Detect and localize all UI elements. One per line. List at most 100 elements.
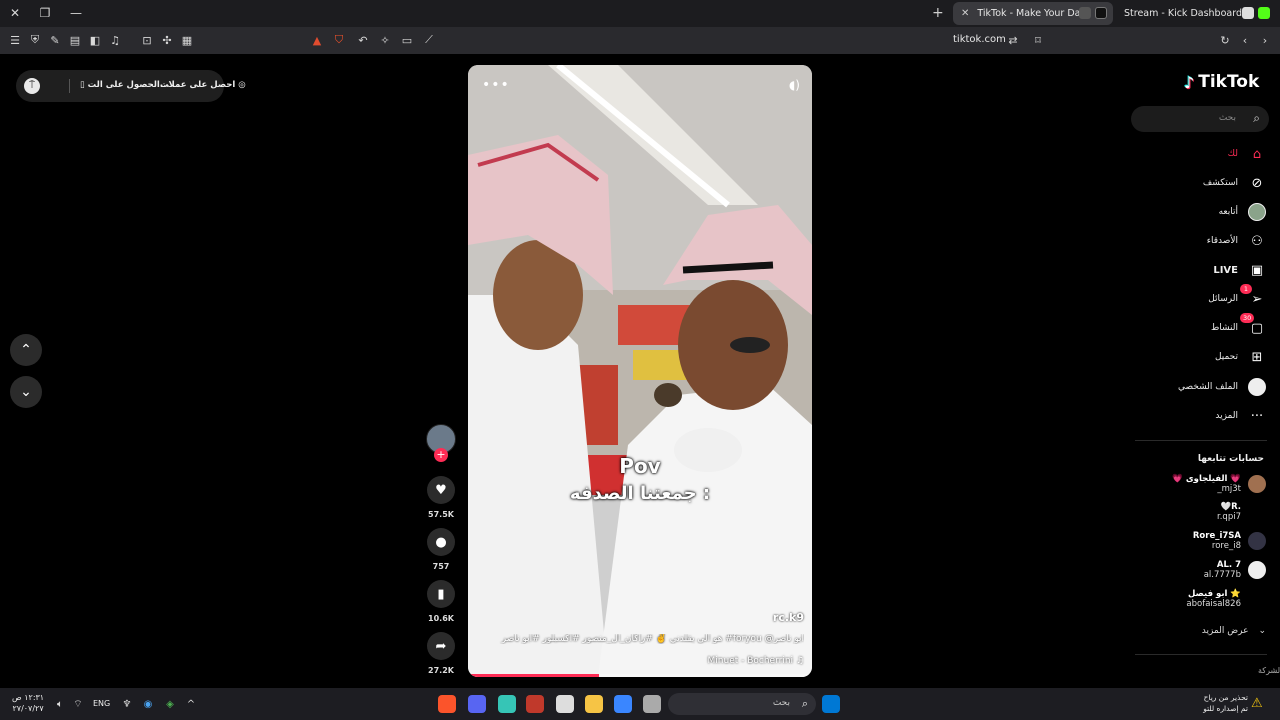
wifi-icon[interactable]: ⌔	[70, 696, 86, 712]
nav-upload[interactable]: تحميل ⊞	[1215, 346, 1266, 368]
following-account[interactable]: ابو فيصل ⭐ abofaisal826	[1186, 589, 1266, 609]
taskbar-search-input[interactable]: بحث ⌕	[668, 693, 816, 715]
brave-shield-icon[interactable]: ⛉	[332, 33, 346, 47]
weather-alert[interactable]: تحذير من رياح تم إصداره للتو	[1196, 692, 1248, 714]
reload-icon[interactable]: ↻	[1218, 33, 1232, 47]
mouse-app-icon[interactable]	[556, 695, 574, 713]
previous-video-button[interactable]: ⌃	[10, 334, 42, 366]
puzzle-icon[interactable]: ✣	[160, 33, 174, 47]
get-app-link[interactable]: ▯ الحصول على الت...	[80, 80, 170, 90]
save-button[interactable]: ▮	[427, 580, 455, 608]
menu-icon[interactable]: ☰	[8, 33, 22, 47]
sidebar-icon[interactable]: ◧	[88, 33, 102, 47]
back-arrow-icon[interactable]: ↶	[356, 33, 370, 47]
voice-app-icon[interactable]	[526, 695, 544, 713]
brave-app-icon[interactable]	[438, 695, 456, 713]
new-tab-button[interactable]: +	[932, 5, 944, 21]
account-avatar	[1248, 475, 1266, 493]
nav-for-you[interactable]: لك ⌂	[1228, 143, 1266, 165]
nav-following[interactable]: أتابعه	[1219, 201, 1266, 223]
share-count: 27.2K	[428, 666, 454, 675]
brave-rewards-icon[interactable]: ▲	[310, 33, 324, 47]
follow-plus-icon[interactable]: +	[434, 448, 448, 462]
task-view-icon[interactable]	[643, 695, 661, 713]
compass-icon: ⊘	[1251, 175, 1263, 191]
speaker-icon[interactable]: 🔈︎	[52, 696, 68, 712]
chat-app-icon[interactable]	[498, 695, 516, 713]
see-more-button[interactable]: عرض المزيد ⌄	[1202, 626, 1266, 636]
screenshot-icon[interactable]: ⊡	[140, 33, 154, 47]
video-description[interactable]: هو الي يقلدني ✌️ #زاكان_ال_منصور #اكسبلو…	[484, 634, 804, 644]
music-title: Minuet - Bocherrini	[707, 656, 794, 666]
site-settings-icon[interactable]: ⇄	[1006, 33, 1020, 47]
steam-icon[interactable]: ◉	[140, 696, 156, 712]
translate-icon[interactable]: ✧	[378, 33, 392, 47]
file-explorer-icon[interactable]	[585, 695, 603, 713]
following-account[interactable]: 💗 الفيلجاوى 💗 _mj3t	[1172, 474, 1266, 494]
get-coins-label: احصل على عملات	[160, 80, 236, 90]
microphone-icon[interactable]: ♆	[119, 696, 135, 712]
bookmark-icon[interactable]: ⌑	[1031, 33, 1045, 47]
video-author[interactable]: rc.k9	[773, 611, 804, 624]
link-icon[interactable]: ⟋	[422, 33, 436, 47]
video-music[interactable]: Minuet - Bocherrini ♫	[708, 656, 804, 666]
windows-start-icon[interactable]	[822, 695, 840, 713]
more-options-icon[interactable]: •••	[482, 77, 510, 93]
chevron-down-icon: ⌄	[20, 384, 32, 400]
warning-icon[interactable]: ⚠	[1251, 696, 1263, 711]
following-account[interactable]: 🤍R. r.qpi7	[1217, 502, 1266, 522]
close-tab-icon[interactable]: ✕	[961, 8, 969, 19]
mute-tab-icon[interactable]	[1079, 7, 1091, 19]
shield-icon[interactable]: ⛨	[28, 33, 42, 47]
volume-icon[interactable]: ◖)	[789, 78, 800, 92]
security-icon[interactable]: ◈	[162, 696, 178, 712]
following-account[interactable]: Rore_i7SA rore_i8	[1193, 531, 1266, 551]
nav-more[interactable]: المزيد ···	[1215, 405, 1266, 427]
music-icon[interactable]: ♫	[108, 33, 122, 47]
show-hidden-icons[interactable]: ^	[183, 696, 199, 712]
nav-live[interactable]: LIVE ▣	[1213, 259, 1266, 281]
nav-explore[interactable]: استكشف ⊘	[1203, 172, 1266, 194]
tab-tiktok[interactable]: ✕ TikTok - Make Your Day	[953, 2, 1113, 25]
nav-profile[interactable]: الملف الشخصي	[1178, 376, 1266, 398]
video-progress-bar[interactable]	[468, 674, 812, 677]
tab-title: TikTok - Make Your Day	[977, 8, 1087, 19]
share-button[interactable]: ➦	[427, 632, 455, 660]
nav-activity[interactable]: النشاط ▢ 30	[1211, 313, 1266, 339]
account-handle: al.7777b	[1203, 570, 1241, 580]
wallet-icon[interactable]: ▦	[180, 33, 194, 47]
get-coins-link[interactable]: احصل على عملات ◎	[160, 80, 246, 90]
clock[interactable]: ١٢:٣١ ص ٢٧/٠٧/٢٧	[12, 692, 44, 714]
user-avatar-icon[interactable]: ⍑	[24, 78, 40, 94]
extension-icon[interactable]: ✎	[48, 33, 62, 47]
language-indicator[interactable]: ENG	[93, 699, 110, 708]
edit-icon[interactable]	[1242, 7, 1254, 19]
discord-app-icon[interactable]	[468, 695, 486, 713]
cast-icon[interactable]: ▭	[400, 33, 414, 47]
close-window-icon[interactable]: ✕	[5, 4, 25, 22]
minimize-window-icon[interactable]: —	[66, 4, 86, 22]
store-app-icon[interactable]	[614, 695, 632, 713]
like-button[interactable]: ♥	[427, 476, 455, 504]
video-player[interactable]: ••• ◖) Pov جمعتنا الصدفه : rc.k9 هو الي …	[468, 65, 812, 677]
tab-kick[interactable]: Stream - Kick Dashboard	[1116, 2, 1276, 25]
nav-friends[interactable]: الأصدقاء ⚇	[1207, 230, 1266, 252]
url-field[interactable]: tiktok.com	[953, 34, 1006, 45]
search-input[interactable]: بحث ⌕	[1131, 106, 1269, 132]
comment-button[interactable]: ●	[427, 528, 455, 556]
back-icon[interactable]: ‹	[1238, 33, 1252, 47]
next-video-button[interactable]: ⌄	[10, 376, 42, 408]
search-icon[interactable]: ⌕	[1253, 111, 1260, 126]
nav-label: أتابعه	[1218, 207, 1238, 217]
get-app-banner[interactable]: ⍑ ▯ الحصول على الت... احصل على عملات ◎	[16, 70, 246, 102]
following-account[interactable]: AL. 7 al.7777b	[1204, 560, 1266, 580]
nav-messages[interactable]: الرسائل ➢ 1	[1208, 284, 1266, 310]
footer-company[interactable]: الشركة	[1258, 666, 1280, 675]
forward-icon[interactable]: ›	[1258, 33, 1272, 47]
music-note-icon: ♫	[795, 656, 804, 666]
tiktok-logo[interactable]: ♪ TikTok	[1184, 72, 1259, 92]
restore-window-icon[interactable]: ❐	[35, 4, 55, 22]
live-icon: ▣	[1250, 262, 1264, 278]
reader-icon[interactable]: ▤	[68, 33, 82, 47]
share-icon: ➦	[435, 638, 447, 654]
